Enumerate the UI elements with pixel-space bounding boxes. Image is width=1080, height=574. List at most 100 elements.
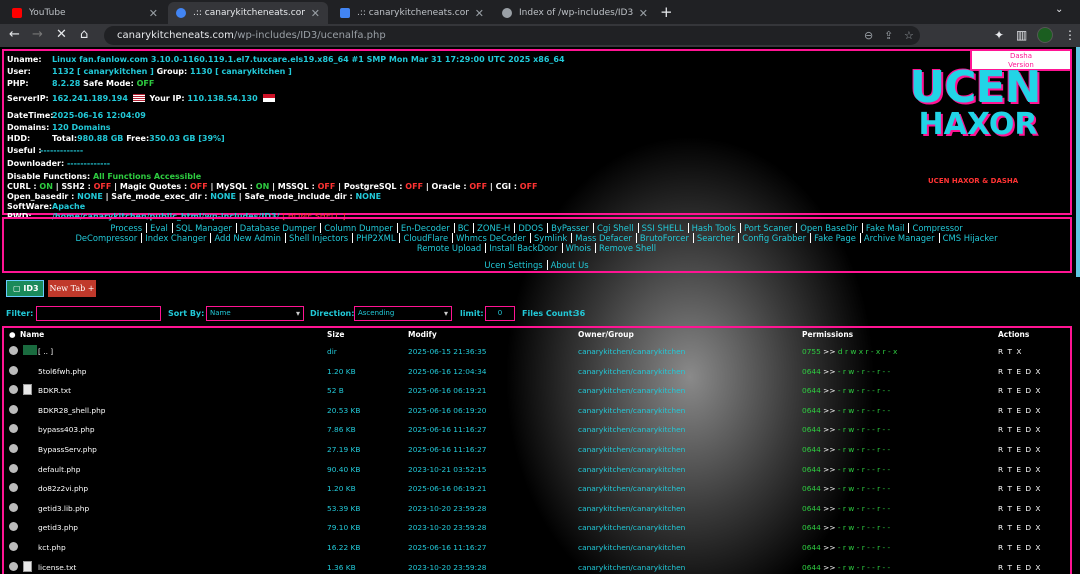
menu-item-compressor[interactable]: Compressor [908,223,967,233]
menu-item-ssi-shell[interactable]: SSI SHELL [637,223,688,233]
file-name[interactable]: getid3.lib.php [38,504,89,513]
tab-ucen[interactable]: .:: canarykitcheneats.com ~ UCEN ✕ [332,2,492,24]
file-permissions[interactable]: 0644 >> - r w - r - - r - - [802,484,890,493]
limit-input[interactable]: 0 [485,306,515,321]
sortby-select[interactable]: Name [206,306,304,321]
menu-item-port-scaner[interactable]: Port Scaner [740,223,797,233]
current-dir-tab[interactable]: ▢ ID3 [6,280,44,297]
file-name[interactable]: kct.php [38,543,66,552]
menu-item-zone-h[interactable]: ZONE-H [473,223,515,233]
header-select-icon[interactable]: ● [9,330,16,339]
file-actions[interactable]: R T E D X [998,406,1041,415]
address-bar[interactable]: canarykitcheneats.com/wp-includes/ID3/uc… [104,26,920,45]
table-row[interactable]: [ .. ] dir 2025-06-15 21:36:35 canarykitche… [4,342,1070,361]
menu-item-symlink[interactable]: Symlink [529,233,572,243]
extensions-icon[interactable]: ✦ [994,28,1004,42]
direction-select[interactable]: Ascending [354,306,452,321]
file-name[interactable]: getid3.php [38,523,78,532]
file-name[interactable]: default.php [38,465,80,474]
menu-icon[interactable]: ⋮ [1064,28,1076,42]
menu-item-process[interactable]: Process [107,223,146,233]
menu-item-en-decoder[interactable]: En-Decoder [396,223,454,233]
scrollbar[interactable] [1076,47,1080,277]
menu-item-searcher[interactable]: Searcher [692,233,739,243]
menu-item-shell-injectors[interactable]: Shell Injectors [284,233,353,243]
zoom-icon[interactable]: ⊖ [864,26,873,45]
header-permissions[interactable]: Permissions [802,330,853,339]
close-icon[interactable]: ✕ [475,7,484,20]
file-permissions[interactable]: 0644 >> - r w - r - - r - - [802,563,890,572]
menu-item-config-grabber[interactable]: Config Grabber [738,233,811,243]
menu-item-fake-page[interactable]: Fake Page [810,233,860,243]
file-permissions[interactable]: 0644 >> - r w - r - - r - - [802,523,890,532]
file-name[interactable]: [ .. ] [38,347,53,356]
file-actions[interactable]: R T E D X [998,465,1041,474]
back-icon[interactable]: ← [9,28,20,42]
menu-item-decompressor[interactable]: DeCompressor [72,233,141,243]
menu-item-cgi-shell[interactable]: Cgi Shell [593,223,638,233]
file-name[interactable]: bypass403.php [38,425,95,434]
table-row[interactable]: do82z2vi.php 1.20 KB 2025-06-16 06:19:21 ca… [4,479,1070,498]
file-permissions[interactable]: 0644 >> - r w - r - - r - - [802,386,890,395]
header-name[interactable]: Name [20,330,44,339]
share-icon[interactable]: ⇪ [884,26,893,45]
new-tab-shell-button[interactable]: New Tab + [48,280,96,297]
row-select-radio[interactable] [9,522,18,532]
file-actions[interactable]: R T E D X [998,484,1041,493]
file-permissions[interactable]: 0755 >> d r w x r - x r - x [802,347,897,356]
table-row[interactable]: BypassServ.php 27.19 KB 2025-06-16 11:16:2… [4,440,1070,459]
file-permissions[interactable]: 0644 >> - r w - r - - r - - [802,445,890,454]
menu-item-php2xml[interactable]: PHP2XML [352,233,400,243]
file-actions[interactable]: R T X [998,347,1022,356]
menu-item-bc[interactable]: BC [453,223,474,233]
forward-icon[interactable]: → [32,28,43,42]
menu-item-whmcs-decoder[interactable]: Whmcs DeCoder [452,233,530,243]
file-name[interactable]: 5tol6fwh.php [38,367,87,376]
menu-item-eval[interactable]: Eval [146,223,172,233]
menu-item-sql-manager[interactable]: SQL Manager [171,223,236,233]
row-select-radio[interactable] [9,404,18,414]
bookmark-star-icon[interactable]: ☆ [904,26,914,45]
file-permissions[interactable]: 0644 >> - r w - r - - r - - [802,504,890,513]
tab-youtube[interactable]: YouTube ✕ [4,2,166,24]
menu-item-database-dumper[interactable]: Database Dumper [235,223,321,233]
menu-item-archive-manager[interactable]: Archive Manager [859,233,939,243]
header-owner[interactable]: Owner/Group [578,330,634,339]
tab-ucen-active[interactable]: .:: canarykitcheneats.com ~ UCEN ✕ [168,2,328,24]
file-name[interactable]: BDKR.txt [38,386,71,395]
menu-item-ddos[interactable]: DDOS [514,223,548,233]
stop-icon[interactable]: ✕ [56,28,67,42]
menu-item-remote-upload[interactable]: Remote Upload [414,243,485,253]
avatar[interactable] [1037,27,1053,43]
close-icon[interactable]: ✕ [149,7,158,20]
header-modify[interactable]: Modify [408,330,437,339]
row-select-radio[interactable] [9,483,18,493]
file-name[interactable]: BypassServ.php [38,445,97,454]
menu-item-hash-tools[interactable]: Hash Tools [687,223,741,233]
file-actions[interactable]: R T E D X [998,523,1041,532]
row-select-radio[interactable] [9,346,18,355]
tab-index[interactable]: Index of /wp-includes/ID3 ✕ [494,2,656,24]
row-select-radio[interactable] [9,365,18,375]
menu-item-cms-hijacker[interactable]: CMS Hijacker [938,233,1002,243]
table-row[interactable]: default.php 90.40 KB 2023-10-21 03:52:15 ca… [4,460,1070,479]
table-row[interactable]: getid3.lib.php 53.39 KB 2023-10-20 23:59:2… [4,499,1070,518]
table-row[interactable]: getid3.php 79.10 KB 2023-10-20 23:59:28 can… [4,518,1070,537]
close-icon[interactable]: ✕ [639,7,648,20]
menu-item-open-basedir[interactable]: Open BaseDir [796,223,862,233]
file-permissions[interactable]: 0644 >> - r w - r - - r - - [802,425,890,434]
sidepanel-icon[interactable]: ▥ [1016,28,1027,42]
menu-item-about-us[interactable]: About Us [546,260,593,270]
menu-item-mass-defacer[interactable]: Mass Defacer [571,233,636,243]
table-row[interactable]: 5tol6fwh.php 1.20 KB 2025-06-16 12:04:34 ca… [4,362,1070,381]
row-select-radio[interactable] [9,424,18,434]
file-actions[interactable]: R T E D X [998,543,1041,552]
table-row[interactable]: BDKR.txt 52 B 2025-06-16 06:19:21 canarykit… [4,381,1070,400]
menu-item-fake-mail[interactable]: Fake Mail [861,223,909,233]
home-icon[interactable]: ⌂ [80,28,88,42]
menu-item-column-dumper[interactable]: Column Dumper [320,223,397,233]
table-row[interactable]: BDKR28_shell.php 20.53 KB 2025-06-16 06:19… [4,401,1070,420]
menu-item-install-backdoor[interactable]: Install BackDoor [485,243,562,253]
file-permissions[interactable]: 0644 >> - r w - r - - r - - [802,465,890,474]
file-name[interactable]: BDKR28_shell.php [38,406,105,415]
